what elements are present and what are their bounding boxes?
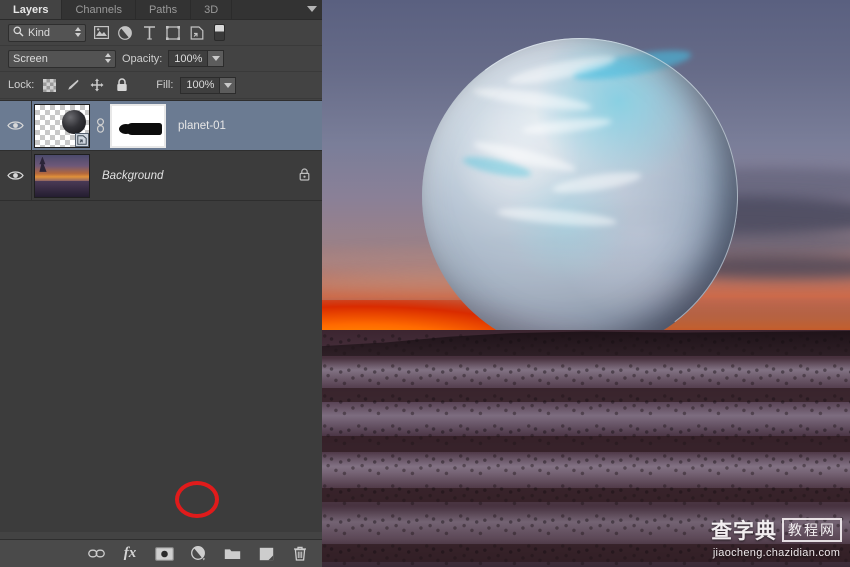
blend-mode-value: Screen [13,52,48,65]
search-icon [13,26,24,40]
planet-thumbnail-shape [62,109,86,134]
tab-3d[interactable]: 3D [191,0,233,19]
mask-paint-stroke [119,122,162,135]
lock-image-pixels-icon[interactable] [63,76,81,94]
blend-mode-select[interactable]: Screen [8,49,116,68]
fill-dropdown-icon[interactable] [220,76,237,94]
filter-kind-label: Kind [28,26,51,39]
opacity-value[interactable]: 100% [168,50,209,67]
type-layer-filter-icon[interactable] [140,24,158,42]
layers-panel-bottom-bar: fx [0,539,322,567]
layer-name[interactable]: planet-01 [178,120,226,132]
new-group-button[interactable] [222,544,242,564]
adjustment-layer-filter-icon[interactable] [116,24,134,42]
smart-object-filter-icon[interactable] [188,24,206,42]
watermark: 查字典 教程网 jiaocheng.chazidian.com [711,515,842,559]
panel-tab-bar: Layers Channels Paths 3D [0,0,322,20]
layer-thumbnails[interactable] [32,103,166,148]
lock-transparency-icon[interactable] [43,78,57,92]
panel-menu-icon[interactable] [307,6,317,12]
lock-row: Lock: Fill: 100% [0,72,322,99]
layer-name[interactable]: Background [102,170,163,182]
tab-layers[interactable]: Layers [0,0,63,19]
watermark-url: jiaocheng.chazidian.com [712,547,841,559]
layer-thumbnail[interactable] [34,103,90,148]
photoshop-window: 查字典 教程网 jiaocheng.chazidian.com Layers C… [0,0,850,567]
pixel-layer-filter-icon[interactable] [92,24,110,42]
watermark-main-text: 查字典 [711,520,777,543]
smart-object-badge-icon [75,132,89,147]
shape-layer-filter-icon[interactable] [164,24,182,42]
layer-filter-row: Kind [0,20,322,46]
adjustment-layer-button[interactable] [188,544,208,564]
layer-style-button[interactable]: fx [120,544,140,564]
filter-toggle-switch[interactable] [214,24,225,41]
opacity-dropdown-icon[interactable] [208,50,225,67]
fill-value[interactable]: 100% [180,76,221,94]
lock-all-icon[interactable] [113,76,131,94]
add-layer-mask-button[interactable] [154,544,174,564]
layer-visibility-toggle[interactable] [0,101,32,150]
lock-icon [299,167,310,184]
lock-position-icon[interactable] [88,76,106,94]
chevron-updown-icon [105,52,111,63]
eye-icon [7,170,24,181]
link-icon[interactable] [94,118,106,134]
tab-channels[interactable]: Channels [62,0,136,19]
tab-paths[interactable]: Paths [136,0,192,19]
blend-mode-row: Screen Opacity: 100% [0,46,322,72]
layer-visibility-toggle[interactable] [0,151,32,200]
chevron-updown-icon [75,26,81,37]
annotation-circle [175,481,219,518]
layer-thumbnail[interactable] [34,153,90,198]
layer-thumbnails[interactable] [32,153,90,198]
watermark-boxed-text: 教程网 [782,518,842,542]
delete-layer-button[interactable] [290,544,310,564]
opacity-label: Opacity: [122,52,163,65]
filter-kind-select[interactable]: Kind [8,23,86,42]
table-row[interactable]: planet-01 [0,101,322,151]
fx-icon: fx [123,545,137,561]
layer-mask-thumbnail[interactable] [110,103,166,148]
table-row[interactable]: Background [0,151,322,201]
fill-label: Fill: [156,79,174,91]
link-layers-button[interactable] [86,544,106,564]
lock-label: Lock: [8,79,35,91]
image-canvas[interactable]: 查字典 教程网 jiaocheng.chazidian.com [322,0,850,567]
layers-panel: Layers Channels Paths 3D Kind Screen Opa… [0,0,322,567]
layer-list[interactable]: planet-01 Background [0,100,322,532]
new-layer-button[interactable] [256,544,276,564]
eye-icon [7,120,24,131]
